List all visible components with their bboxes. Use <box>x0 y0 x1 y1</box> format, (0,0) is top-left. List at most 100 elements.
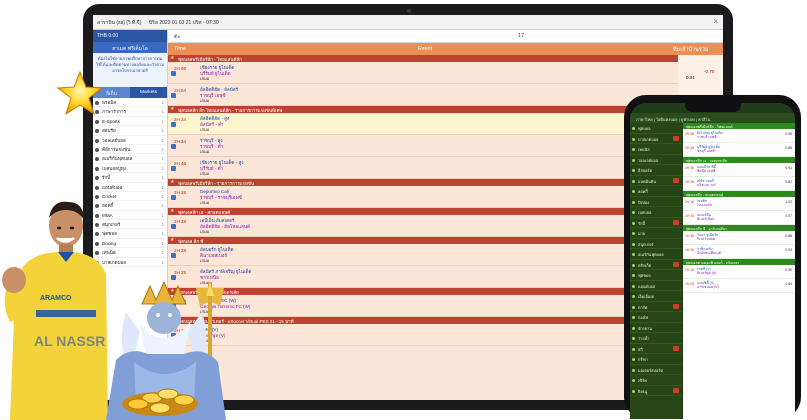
home-team[interactable]: อัลนัสร์ ภาษีเจริญ ยูไนเต็ด <box>200 269 252 275</box>
phone-sport-item[interactable]: มอเตอร์สปอร์ต <box>630 365 682 375</box>
tab-markets[interactable]: Markets <box>130 87 167 98</box>
phone-match-row[interactable]: 1H 38 โบคา จูเนียร์ส ริเวอร์ เพลต 0.86 <box>683 231 795 245</box>
phone-sport-item[interactable]: วอลเลย์บอล <box>630 155 682 165</box>
live-stream-icon[interactable] <box>171 253 176 258</box>
phone-sport-item[interactable]: แฮนด์บอล <box>630 281 682 291</box>
account-balance[interactable]: THB 0.00 <box>93 30 167 42</box>
phone-sport-item[interactable]: คริกเก็ต <box>630 260 682 270</box>
phone-match-row[interactable]: 2H 18 เซลติก เรนเจอร์ส 1.02 <box>683 197 795 211</box>
phone-match-row[interactable]: 1H 28 ราซิ่ง คลับ อินดิเพนเดียนเต้ 0.93 <box>683 245 795 259</box>
sidebar-sport-item[interactable]: วอลเลย์บอล 1 <box>93 136 167 145</box>
phone-sport-item[interactable]: ว่ายน้ำ <box>630 333 682 344</box>
phone-match-row[interactable]: 2H 38 เมลเบิร์น ซิตี้ ซิดนีย์ เอฟซี 0.91 <box>683 163 795 177</box>
close-icon[interactable]: × <box>713 17 718 26</box>
home-team[interactable]: อัลอิตติฮัด - อัลนัสร์ <box>200 87 238 93</box>
phone-match-row[interactable]: 1H 18 เชลซี (V) ลิเวอร์พูล (V) 0.90 <box>683 265 795 279</box>
phone-sport-item[interactable]: ฟุตซอล <box>630 270 682 281</box>
phone-odds-value[interactable]: 1.02 <box>785 200 792 204</box>
toolbar-filter[interactable]: ตะ <box>174 33 181 41</box>
phone-sport-item[interactable]: ฮอคกี้ <box>630 186 682 197</box>
phone-sport-item[interactable]: ฟุตบอล <box>630 123 682 134</box>
sidebar-sport-item[interactable]: พรอมิส 1 <box>93 98 167 108</box>
phone-match-row[interactable]: 1H 44 อเบอร์ดีน ฮิเบอร์เนี่ยน 0.97 <box>683 211 795 225</box>
phone-sport-item[interactable]: อีสปอร์ต <box>630 165 682 176</box>
draw-label[interactable]: เสมอ <box>200 229 250 235</box>
phone-sport-item[interactable]: สกี <box>630 344 682 354</box>
phone-odds-value[interactable]: 0.82 <box>785 180 792 184</box>
sidebar-sport-item[interactable]: คีย์การแข่งขัน 1 <box>93 145 167 155</box>
phone-sport-item[interactable]: แบดมินตัน <box>630 176 682 186</box>
sidebar-sport-item[interactable]: สอบรัย 1 <box>93 126 167 136</box>
phone-sport-item[interactable]: เทนนิส <box>630 144 682 155</box>
odds-value[interactable]: -0.75 <box>704 69 714 74</box>
league-header[interactable]: ฟุตบอลพรีเมียร์ลีก - ไทยแลนด์ลีก <box>168 55 723 62</box>
phone-odds-value[interactable]: 0.97 <box>785 214 792 218</box>
sidebar-sport-item[interactable]: ภาษาราการ 1 <box>93 107 167 117</box>
draw-label[interactable]: เสมอ <box>200 200 242 206</box>
sidebar-sport-item[interactable]: อเมริกันฟุตบอล 1 <box>93 154 167 164</box>
home-team[interactable]: เชียงราย ยูไนเต็ด - สูง <box>200 160 243 166</box>
phone-sport-item[interactable]: เอ็มเอ็มเอ <box>630 291 682 302</box>
phone-sport-item[interactable]: กรีฑา <box>630 354 682 365</box>
home-team[interactable]: ราชบุรี - สูง <box>200 138 223 144</box>
draw-label[interactable]: เสมอ <box>200 258 233 264</box>
home-team[interactable]: เชียงราย ยูไนเต็ด <box>200 65 234 71</box>
live-stream-icon[interactable] <box>171 166 176 171</box>
phone-odds-value[interactable]: 0.93 <box>785 248 792 252</box>
sidebar-sport-item[interactable]: เบสบอลปู่ทุ่ง 1 <box>93 164 167 174</box>
phone-sport-item[interactable]: บาสเกตบอล <box>630 134 682 144</box>
live-badge <box>673 387 679 393</box>
phone-sport-item[interactable]: กอล์ฟ <box>630 312 682 323</box>
draw-label[interactable]: เสมอ <box>200 127 229 133</box>
live-stream-icon[interactable] <box>171 71 176 76</box>
sidebar-sport-item[interactable]: แฮนด์บอล 1 <box>93 183 167 192</box>
phone-sport-item[interactable]: อเมริกันฟุตบอล <box>630 249 682 260</box>
phone-odds-value[interactable]: 0.84 <box>785 282 792 286</box>
phone-odds-value[interactable]: 0.90 <box>785 268 792 272</box>
phone-match-row[interactable]: 1H 08 แมนซิตี้ (V) อาร์เซนอล (V) 0.84 <box>683 279 795 293</box>
draw-label[interactable]: เสมอ <box>200 98 238 104</box>
phone-away-team[interactable]: อาร์เซนอล (V) <box>697 285 795 289</box>
live-stream-icon[interactable] <box>171 275 176 280</box>
phone-away-team[interactable]: ริเวอร์ เพลต <box>697 237 795 241</box>
refresh-counter[interactable]: 17 <box>518 33 524 39</box>
sidebar-sport-item[interactable]: รักบี้ 1 <box>93 173 167 183</box>
draw-label[interactable]: เสมอ <box>200 76 234 82</box>
phone-sport-item[interactable]: เบสบอล <box>630 207 682 218</box>
phone-match-row[interactable]: 2H 28 เพิร์ธ กลอรี่ บริสเบน รอร์ 0.82 <box>683 177 795 191</box>
live-stream-icon[interactable] <box>171 224 176 229</box>
phone-sport-item[interactable]: เซิร์ฟ <box>630 375 682 386</box>
phone-odds-value[interactable]: 0.95 <box>785 132 792 136</box>
live-stream-icon[interactable] <box>171 195 176 200</box>
phone-away-team[interactable]: ราชบุรี เอฟซี <box>697 135 795 139</box>
draw-label[interactable]: เสมอ <box>200 149 223 155</box>
phone-away-team[interactable]: ลิเวอร์พูล (V) <box>697 271 795 275</box>
draw-label[interactable]: เสมอ <box>200 171 243 177</box>
phone-sport-item[interactable]: รักบี้ <box>630 218 682 228</box>
live-stream-icon[interactable] <box>171 122 176 127</box>
home-team[interactable]: อัลบอร์ก ยูไนเต็ด <box>200 247 233 253</box>
phone-sport-item[interactable]: จักรยาน <box>630 323 682 333</box>
phone-away-team[interactable]: เรนเจอร์ส <box>697 203 795 207</box>
phone-away-team[interactable]: ซิดนีย์ เอฟซี <box>697 169 795 173</box>
phone-sport-item[interactable]: สนุกเกอร์ <box>630 239 682 249</box>
phone-away-team[interactable]: บริสเบน รอร์ <box>697 183 795 187</box>
match-row[interactable]: 2H 66 เชียงราย ยูไนเต็ด บุรีรัมย์ ยูไนเต็ด… <box>168 62 723 84</box>
odds-value[interactable]: 0.91 <box>686 75 695 80</box>
phone-odds-value[interactable]: 0.86 <box>785 234 792 238</box>
phone-odds-value[interactable]: 0.88 <box>785 146 792 150</box>
phone-match-row[interactable]: 2H 48 บุรีรัมย์ ยูไนเต็ด ชลบุรี เอฟซี 0.88 <box>683 143 795 157</box>
phone-sport-item[interactable]: มวย <box>630 228 682 239</box>
phone-sport-item[interactable]: ปิงปอง <box>630 197 682 207</box>
phone-away-team[interactable]: ชลบุรี เอฟซี <box>697 149 795 153</box>
sidebar-sport-item[interactable]: E-Sports 1 <box>93 117 167 127</box>
phone-away-team[interactable]: อินดิเพนเดียนเต้ <box>697 251 795 255</box>
phone-sport-item[interactable]: ยิงธนู <box>630 386 682 396</box>
live-stream-icon[interactable] <box>171 93 176 98</box>
phone-away-team[interactable]: ฮิเบอร์เนี่ยน <box>697 217 795 221</box>
phone-sport-item[interactable]: ดาร์ท <box>630 302 682 312</box>
phone-odds-value[interactable]: 0.91 <box>785 166 792 170</box>
phone-match-row[interactable]: 2H 56 BG ปทุม ยูไนเต็ด ราชบุรี เอฟซี 0.95 <box>683 129 795 143</box>
home-team[interactable]: อัลอิตติฮัด - สูง <box>200 116 229 122</box>
live-stream-icon[interactable] <box>171 144 176 149</box>
